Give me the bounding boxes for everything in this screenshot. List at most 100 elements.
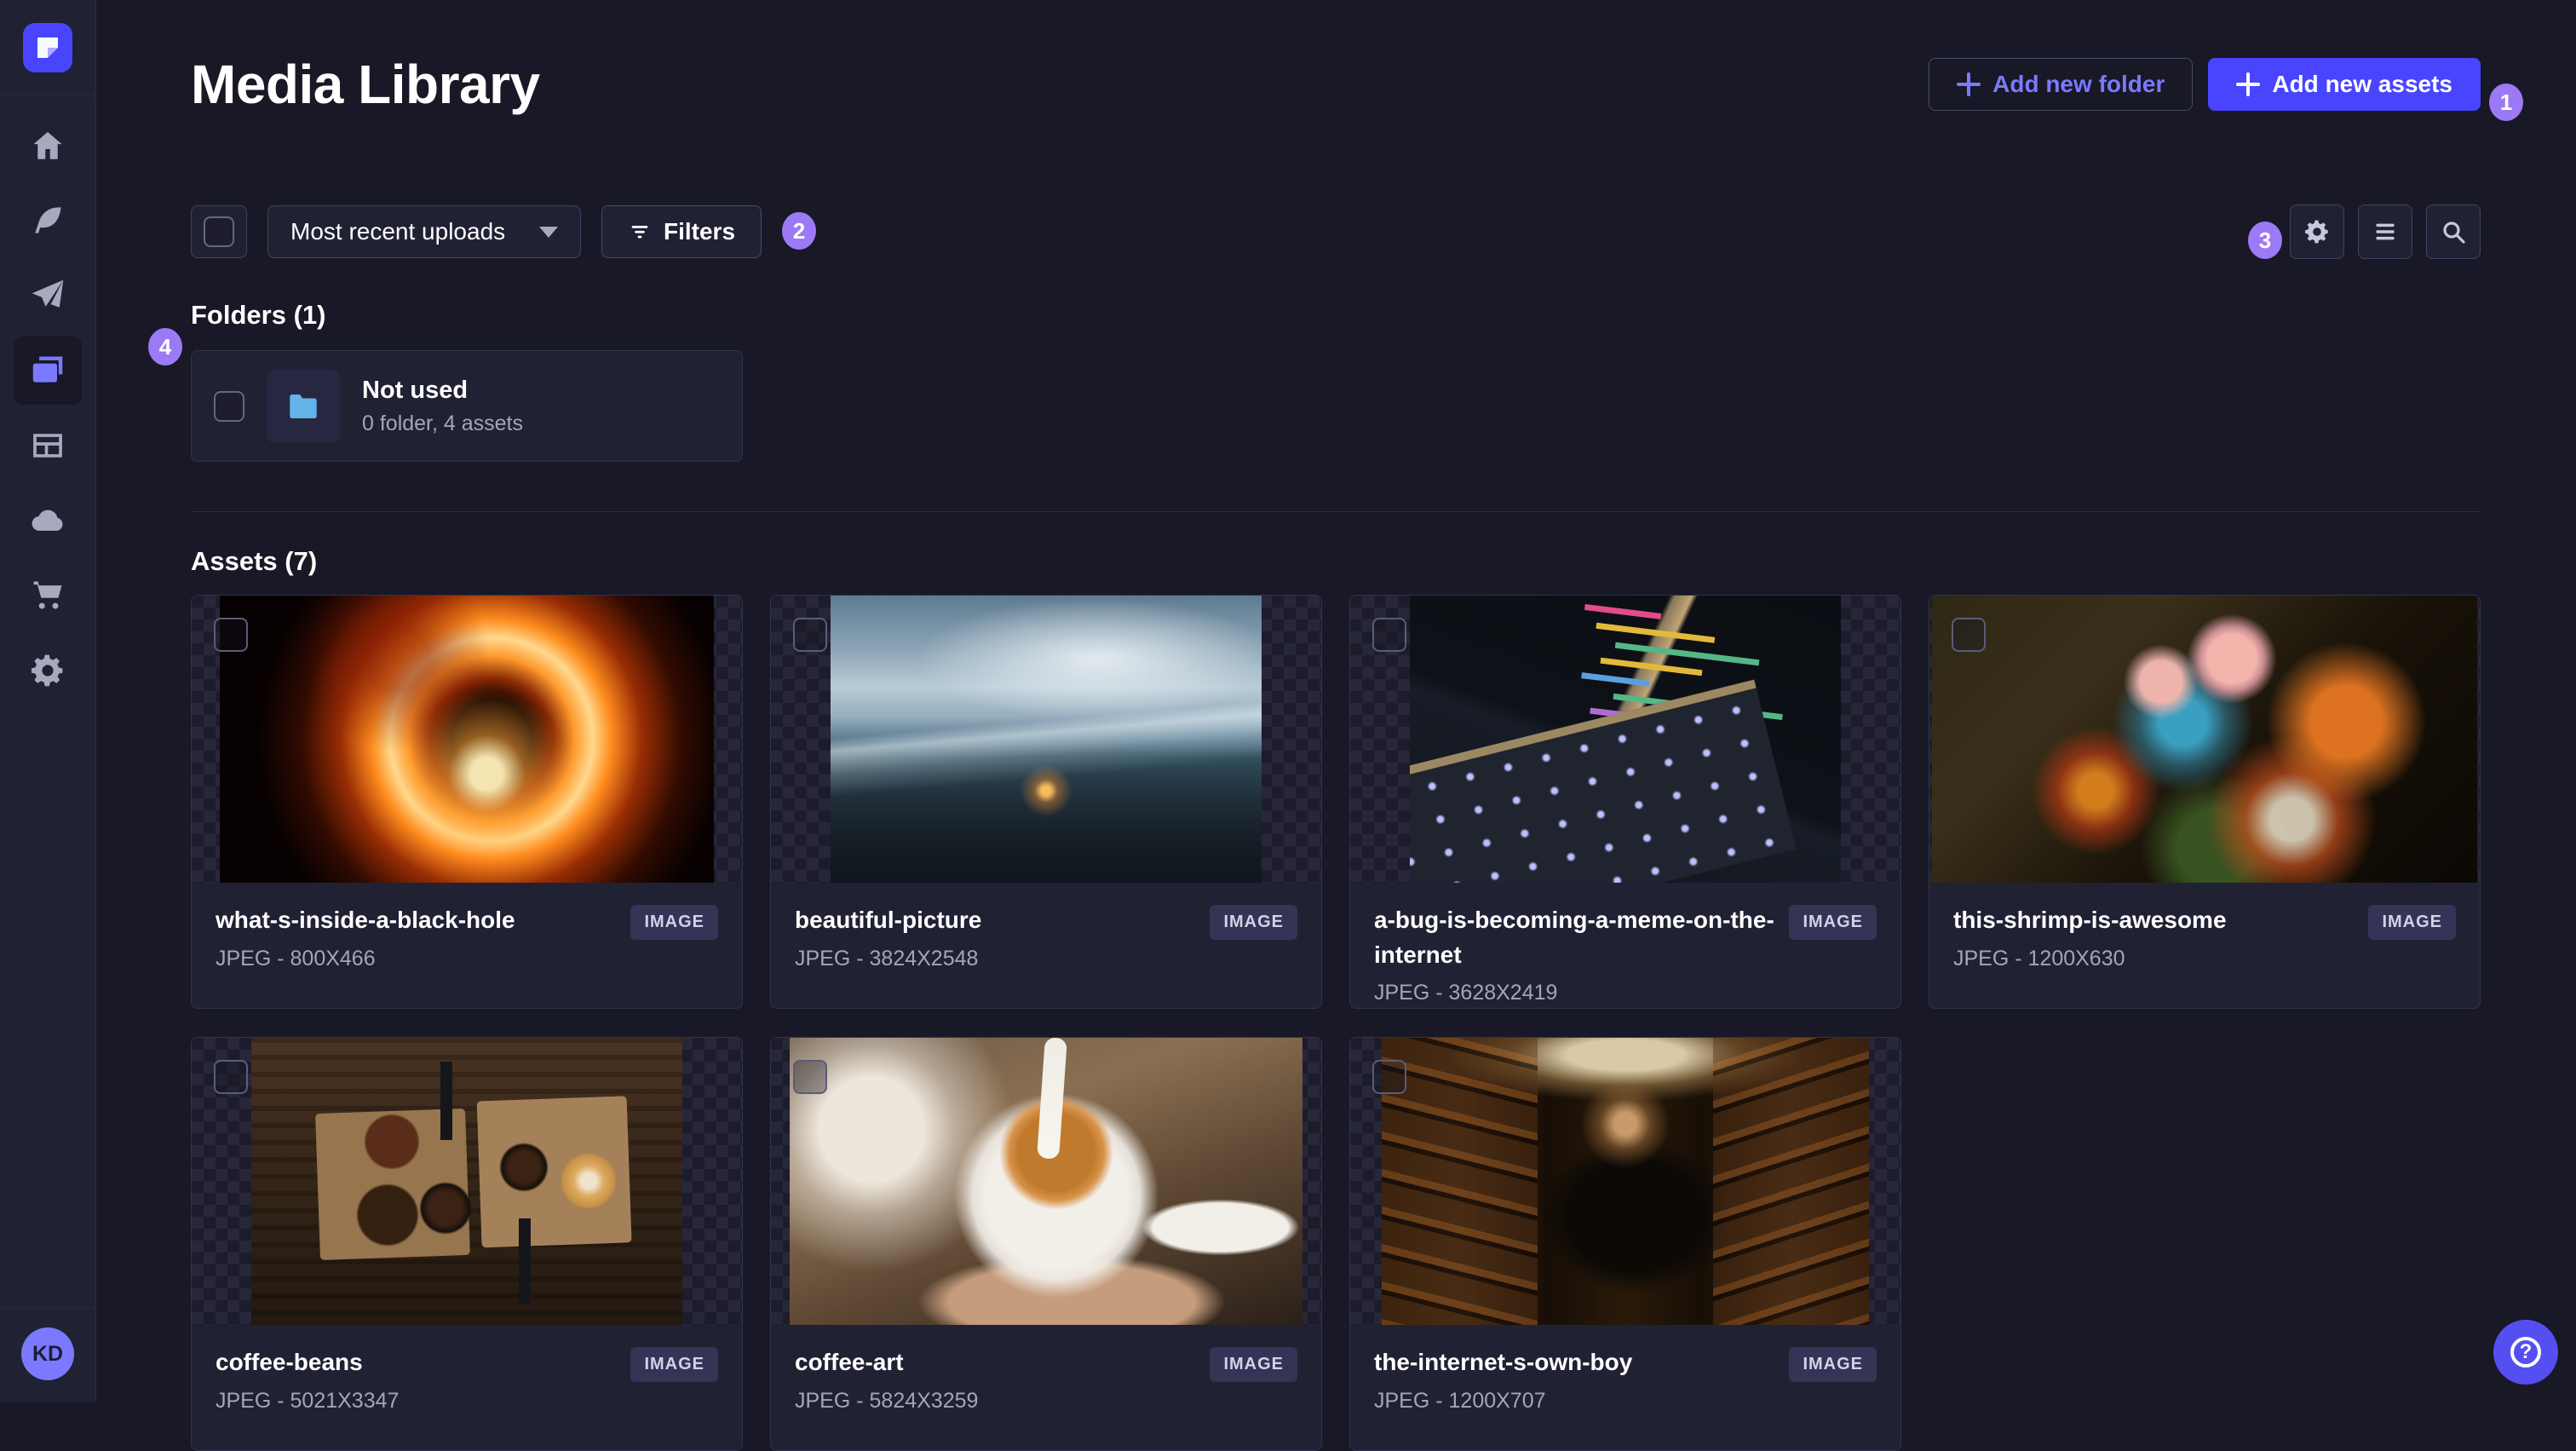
add-new-assets-button[interactable]: Add new assets: [2208, 58, 2481, 111]
search-button[interactable]: [2426, 204, 2481, 259]
asset-thumbnail: [1350, 596, 1900, 883]
logo-container: [0, 0, 95, 96]
asset-meta: JPEG - 800X466: [216, 946, 376, 970]
asset-card[interactable]: a-bug-is-becoming-a-meme-on-the-internet…: [1349, 595, 1901, 1009]
home-icon: [33, 131, 62, 159]
asset-type-badge: IMAGE: [1789, 1347, 1877, 1382]
asset-meta: JPEG - 1200X630: [1953, 946, 2125, 970]
asset-card[interactable]: what-s-inside-a-black-hole JPEG - 800X46…: [191, 595, 743, 1009]
annotation-badge-2: 2: [782, 212, 816, 250]
main-content: Media Library Add new folder Add new ass…: [95, 0, 2576, 1451]
header-actions: Add new folder Add new assets: [1929, 58, 2481, 111]
asset-meta: JPEG - 3628X2419: [1374, 981, 1558, 1005]
asset-type-badge: IMAGE: [1210, 1347, 1297, 1382]
filter-icon: [631, 226, 648, 239]
annotation-badge-1: 1: [2489, 83, 2523, 121]
section-divider: [191, 511, 2481, 512]
asset-thumbnail: [771, 1038, 1321, 1325]
library-boy-photo: [1382, 1038, 1869, 1325]
asset-name: beautiful-picture: [795, 907, 982, 933]
asset-name: this-shrimp-is-awesome: [1953, 907, 2227, 933]
asset-checkbox[interactable]: [214, 1060, 248, 1094]
add-new-folder-button[interactable]: Add new folder: [1929, 58, 2194, 111]
folders-section-title: Folders (1): [191, 300, 326, 330]
help-button[interactable]: ?: [2493, 1320, 2558, 1385]
asset-type-badge: IMAGE: [2368, 905, 2456, 940]
folder-name: Not used: [362, 376, 469, 404]
asset-name: a-bug-is-becoming-a-meme-on-the-internet: [1374, 907, 1774, 968]
sidebar-item-content-type-builder[interactable]: [14, 412, 82, 480]
folder-card[interactable]: Not used 0 folder, 4 assets: [191, 350, 743, 462]
asset-info: a-bug-is-becoming-a-meme-on-the-internet…: [1350, 883, 1900, 1008]
add-new-assets-label: Add new assets: [2272, 71, 2452, 97]
sidebar-item-marketplace[interactable]: [14, 561, 82, 630]
sidebar-item-deploy[interactable]: [14, 487, 82, 555]
asset-card[interactable]: the-internet-s-own-boy JPEG - 1200X707 I…: [1349, 1037, 1901, 1451]
folder-icon: [290, 394, 317, 418]
sidebar-item-home[interactable]: [14, 112, 82, 180]
asset-checkbox[interactable]: [793, 1060, 827, 1094]
asset-card[interactable]: beautiful-picture JPEG - 3824X2548 IMAGE: [770, 595, 1322, 1009]
plus-icon: [2236, 72, 2261, 96]
asset-checkbox[interactable]: [1952, 618, 1986, 652]
annotation-badge-3: 3: [2248, 222, 2282, 259]
view-settings-button[interactable]: [2290, 204, 2344, 259]
sidebar-item-content[interactable]: [14, 187, 82, 255]
sidebar-footer: KD: [0, 1308, 95, 1402]
sidebar-item-media-library[interactable]: [14, 337, 82, 405]
asset-name: coffee-art: [795, 1349, 904, 1375]
asset-info: coffee-beans JPEG - 5021X3347 IMAGE: [192, 1325, 742, 1434]
asset-card[interactable]: coffee-beans JPEG - 5021X3347 IMAGE: [191, 1037, 743, 1451]
asset-thumbnail: [1929, 596, 2480, 883]
asset-info: this-shrimp-is-awesome JPEG - 1200X630 I…: [1929, 883, 2480, 992]
list-view-button[interactable]: [2358, 204, 2412, 259]
asset-thumbnail: [1350, 1038, 1900, 1325]
folder-checkbox[interactable]: [214, 390, 244, 422]
cloud-icon: [32, 510, 63, 531]
asset-checkbox[interactable]: [1372, 1060, 1406, 1094]
filters-button[interactable]: Filters: [601, 205, 762, 258]
coffee-art-photo: [790, 1038, 1302, 1325]
asset-thumbnail: [192, 596, 742, 883]
asset-name: coffee-beans: [216, 1349, 363, 1375]
assets-grid: what-s-inside-a-black-hole JPEG - 800X46…: [191, 595, 2481, 1451]
asset-thumbnail: [771, 596, 1321, 883]
sort-dropdown-value: Most recent uploads: [290, 218, 506, 245]
sort-dropdown[interactable]: Most recent uploads: [267, 205, 581, 258]
media-library-icon: [32, 356, 63, 383]
asset-type-badge: IMAGE: [1789, 905, 1877, 940]
asset-info: what-s-inside-a-black-hole JPEG - 800X46…: [192, 883, 742, 992]
folder-text: Not used 0 folder, 4 assets: [362, 377, 523, 436]
plus-icon: [1957, 72, 1981, 96]
strapi-logo-icon[interactable]: [23, 23, 72, 72]
asset-meta: JPEG - 3824X2548: [795, 946, 979, 970]
sidebar-item-settings[interactable]: [14, 636, 82, 705]
page-header: Media Library Add new folder Add new ass…: [191, 53, 2481, 116]
select-all-checkbox[interactable]: [191, 205, 247, 258]
feather-icon: [35, 207, 61, 233]
asset-meta: JPEG - 5824X3259: [795, 1388, 979, 1413]
page-title: Media Library: [191, 54, 540, 115]
asset-name: the-internet-s-own-boy: [1374, 1349, 1633, 1375]
user-avatar[interactable]: KD: [21, 1327, 74, 1380]
sidebar: KD: [0, 0, 96, 1402]
mountains-photo: [831, 596, 1262, 883]
sidebar-item-releases[interactable]: [14, 262, 82, 330]
asset-card[interactable]: coffee-art JPEG - 5824X3259 IMAGE: [770, 1037, 1322, 1451]
laptop-code-photo: [1410, 596, 1841, 883]
add-new-folder-label: Add new folder: [1992, 71, 2165, 97]
checkbox-icon: [204, 216, 234, 247]
chevron-down-icon: [539, 226, 558, 238]
paper-plane-icon: [32, 279, 64, 308]
question-mark-icon: ?: [2510, 1337, 2541, 1368]
shrimp-photo: [1932, 596, 2477, 883]
toolbar-left: Most recent uploads Filters: [191, 205, 762, 258]
asset-thumbnail: [192, 1038, 742, 1325]
asset-type-badge: IMAGE: [630, 905, 718, 940]
asset-type-badge: IMAGE: [1210, 905, 1297, 940]
asset-checkbox[interactable]: [793, 618, 827, 652]
coffee-beans-photo: [251, 1038, 682, 1325]
asset-checkbox[interactable]: [1372, 618, 1406, 652]
asset-card[interactable]: this-shrimp-is-awesome JPEG - 1200X630 I…: [1929, 595, 2481, 1009]
asset-checkbox[interactable]: [214, 618, 248, 652]
